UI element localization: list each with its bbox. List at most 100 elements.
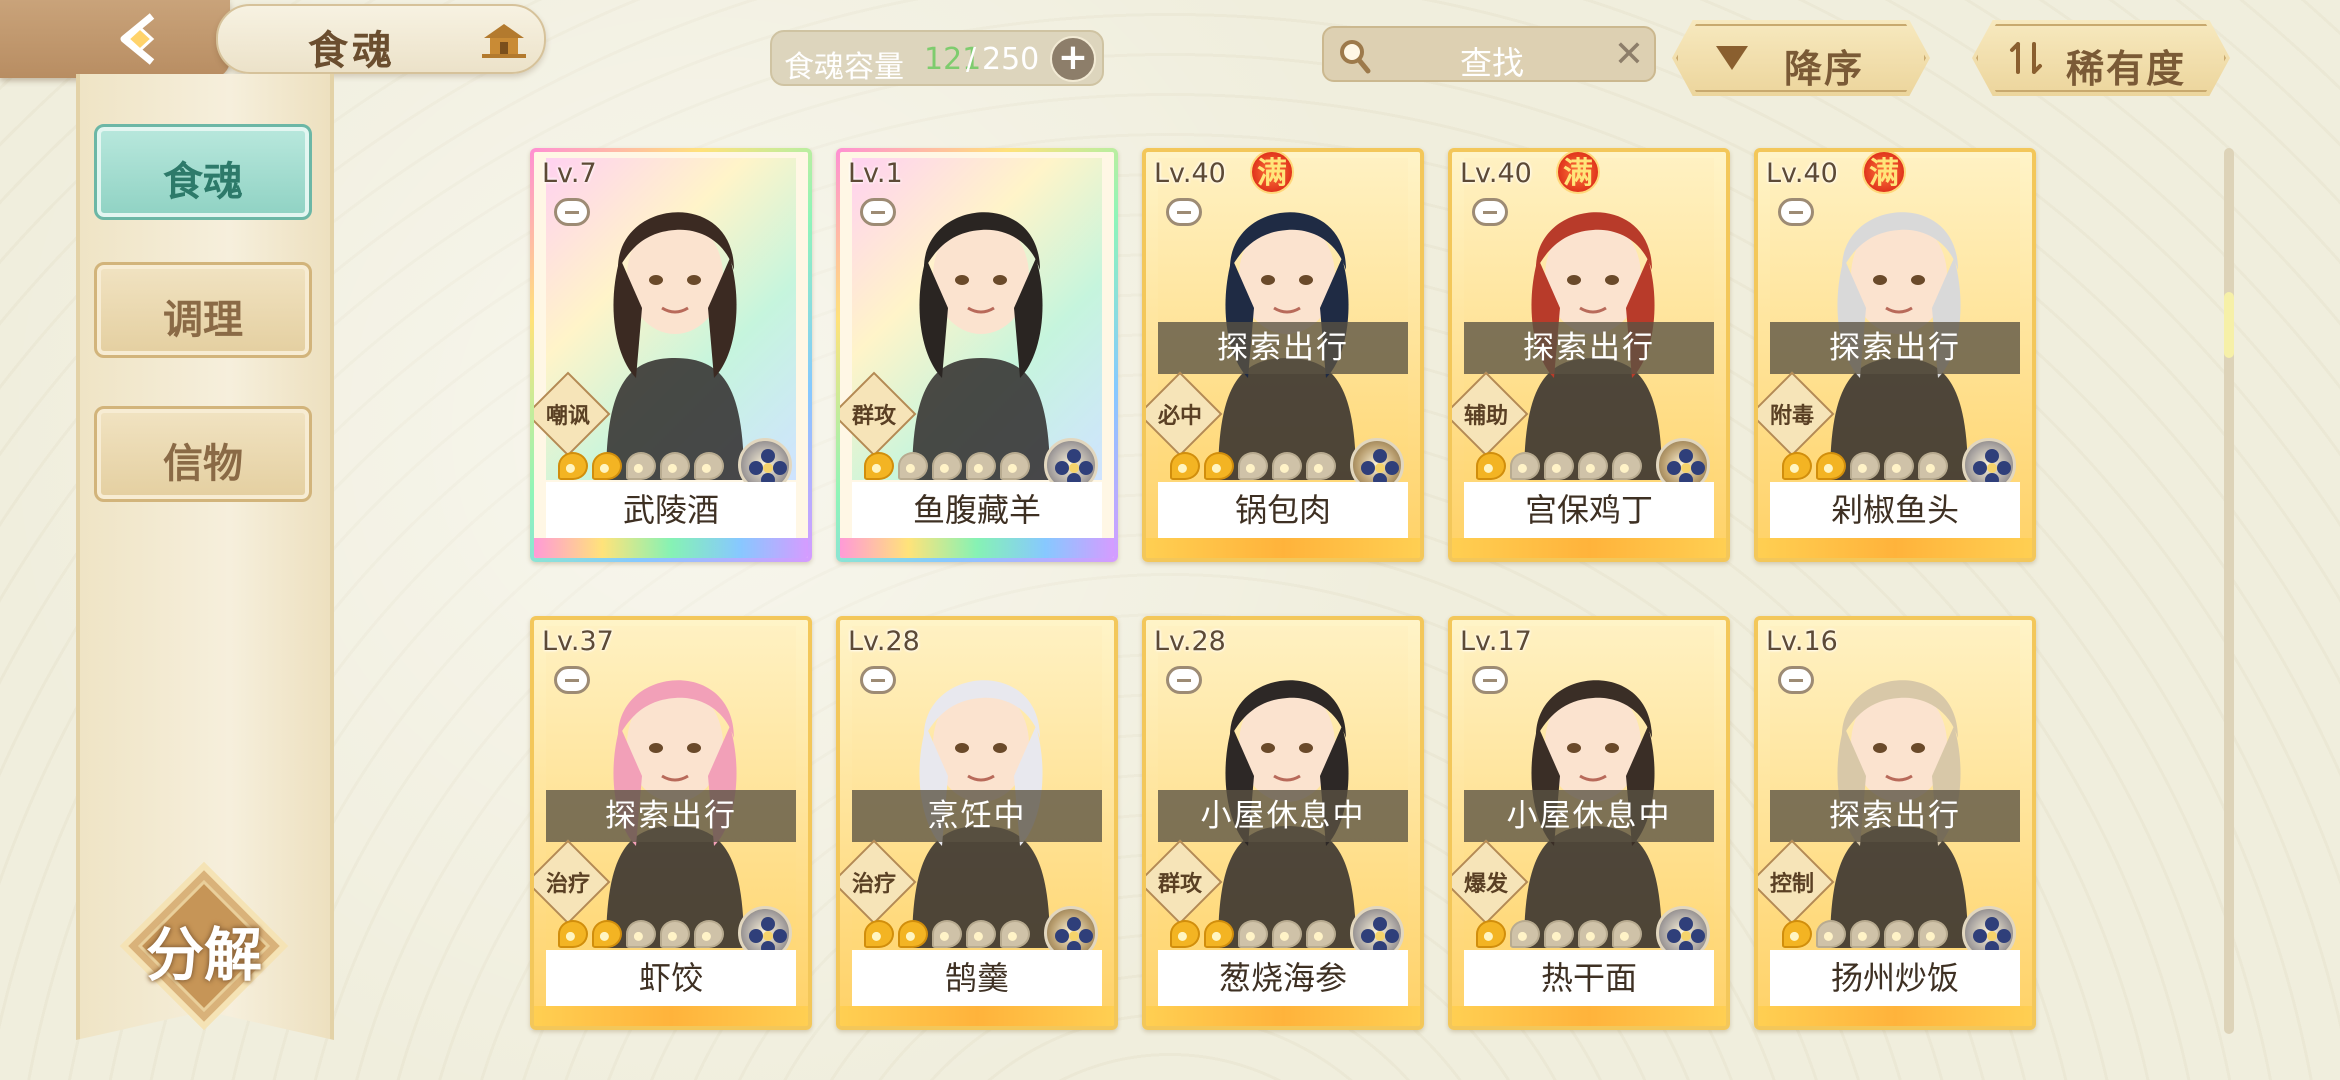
card-name: 武陵酒: [546, 482, 796, 538]
card-footer-strip: [1146, 538, 1420, 558]
decompose-button[interactable]: 分解: [118, 860, 290, 1032]
top-bar: 食魂 食魂容量 121 / 250 + 查找 ✕ 降序 稀有度: [0, 0, 2340, 96]
swirl-icon: [1782, 452, 1812, 480]
food-soul-card[interactable]: Lv.28 小屋休息中 群攻 葱烧海参: [1142, 616, 1424, 1030]
sidebar-item-tokens[interactable]: 信物: [94, 406, 312, 502]
role-tag: 爆发: [1463, 872, 1508, 897]
swirl-icon: [592, 452, 622, 480]
rarity-swirls: [1170, 920, 1336, 948]
food-soul-card[interactable]: Lv.1 群攻 鱼腹藏羊: [836, 148, 1118, 562]
role-tag: 治疗: [545, 872, 590, 897]
card-level: Lv.40: [1460, 158, 1532, 189]
rarity-swirls: [864, 920, 1030, 948]
sort-rarity-button[interactable]: 稀有度: [1972, 20, 2230, 96]
swirl-icon: [1884, 452, 1914, 480]
swirl-icon: [1000, 920, 1030, 948]
swirl-icon: [898, 920, 928, 948]
sidebar-item-label: 食魂: [163, 158, 243, 205]
card-name: 宫保鸡丁: [1464, 482, 1714, 538]
lock-toggle-icon[interactable]: [1472, 198, 1508, 226]
lock-toggle-icon[interactable]: [1778, 198, 1814, 226]
card-footer-strip: [840, 1006, 1114, 1026]
card-name: 鹄羹: [852, 950, 1102, 1006]
lock-toggle-icon[interactable]: [1778, 666, 1814, 694]
card-footer-strip: [1758, 1006, 2032, 1026]
capacity-separator: /: [966, 42, 977, 77]
food-soul-card[interactable]: Lv.28 烹饪中 治疗 鹄羹: [836, 616, 1118, 1030]
role-tag: 群攻: [1157, 872, 1202, 897]
swirl-icon: [1476, 452, 1506, 480]
role-tag: 附毒: [1769, 404, 1814, 429]
back-arrow-icon[interactable]: [112, 10, 174, 68]
scrollbar[interactable]: [2224, 148, 2234, 1034]
card-name: 锅包肉: [1158, 482, 1408, 538]
sort-order-button[interactable]: 降序: [1672, 20, 1930, 96]
food-soul-card[interactable]: Lv.7 嘲讽 武陵酒: [530, 148, 812, 562]
swirl-icon: [1306, 452, 1336, 480]
card-status: 探索出行: [1464, 322, 1714, 374]
swirl-icon: [1306, 920, 1336, 948]
max-level-badge: 满: [1862, 152, 1906, 194]
sort-arrows-icon: [2010, 42, 2042, 74]
swirl-icon: [1918, 920, 1948, 948]
food-soul-card[interactable]: Lv.17 小屋休息中 爆发 热干面: [1448, 616, 1730, 1030]
food-soul-card[interactable]: Lv.16 探索出行 控制 扬州炒饭: [1754, 616, 2036, 1030]
food-soul-card[interactable]: Lv.40 满探索出行附毒剁椒鱼头: [1754, 148, 2036, 562]
card-level: Lv.37: [542, 626, 614, 657]
food-soul-card[interactable]: Lv.37 探索出行 治疗 虾饺: [530, 616, 812, 1030]
lock-toggle-icon[interactable]: [1166, 666, 1202, 694]
card-footer-strip: [1146, 1006, 1420, 1026]
swirl-icon: [898, 452, 928, 480]
swirl-icon: [558, 452, 588, 480]
card-name: 扬州炒饭: [1770, 950, 2020, 1006]
lock-toggle-icon[interactable]: [1166, 198, 1202, 226]
swirl-icon: [932, 920, 962, 948]
house-icon[interactable]: [480, 20, 528, 60]
swirl-icon: [1612, 920, 1642, 948]
role-tag: 控制: [1769, 872, 1814, 897]
sort-order-label: 降序: [1784, 47, 1865, 91]
swirl-icon: [864, 452, 894, 480]
search-box[interactable]: 查找 ✕: [1322, 26, 1656, 82]
card-name: 鱼腹藏羊: [852, 482, 1102, 538]
role-tag: 辅助: [1463, 404, 1508, 429]
swirl-icon: [1170, 452, 1200, 480]
food-soul-card[interactable]: Lv.40 满探索出行 辅助 宫保鸡丁: [1448, 148, 1730, 562]
swirl-icon: [1510, 920, 1540, 948]
card-level: Lv.28: [1154, 626, 1226, 657]
expand-capacity-button[interactable]: +: [1050, 36, 1096, 82]
sidebar-item-label: 信物: [163, 440, 243, 487]
swirl-icon: [966, 920, 996, 948]
card-level: Lv.16: [1766, 626, 1838, 657]
card-status: 探索出行: [1770, 322, 2020, 374]
swirl-icon: [1204, 452, 1234, 480]
scrollbar-thumb[interactable]: [2224, 292, 2234, 358]
sort-rarity-label: 稀有度: [2066, 47, 2187, 91]
swirl-icon: [1000, 452, 1030, 480]
role-tag: 必中: [1157, 404, 1202, 429]
lock-toggle-icon[interactable]: [554, 198, 590, 226]
lock-toggle-icon[interactable]: [860, 198, 896, 226]
swirl-icon: [1170, 920, 1200, 948]
card-name: 剁椒鱼头: [1770, 482, 2020, 538]
card-name: 热干面: [1464, 950, 1714, 1006]
lock-toggle-icon[interactable]: [554, 666, 590, 694]
max-level-badge: 满: [1250, 152, 1294, 194]
decompose-label: 分解: [145, 921, 262, 989]
search-input[interactable]: 查找: [1460, 38, 1524, 84]
swirl-icon: [864, 920, 894, 948]
food-soul-card[interactable]: Lv.40 满探索出行 必中 锅包肉: [1142, 148, 1424, 562]
swirl-icon: [592, 920, 622, 948]
lock-toggle-icon[interactable]: [860, 666, 896, 694]
swirl-icon: [1238, 452, 1268, 480]
clear-search-icon[interactable]: ✕: [1614, 34, 1644, 75]
sidebar-item-food-souls[interactable]: 食魂: [94, 124, 312, 220]
lock-toggle-icon[interactable]: [1472, 666, 1508, 694]
rarity-swirls: [1782, 452, 1948, 480]
swirl-icon: [1850, 920, 1880, 948]
swirl-icon: [1850, 452, 1880, 480]
card-level: Lv.40: [1766, 158, 1838, 189]
sidebar-item-conditioning[interactable]: 调理: [94, 262, 312, 358]
swirl-icon: [1476, 920, 1506, 948]
swirl-icon: [966, 452, 996, 480]
